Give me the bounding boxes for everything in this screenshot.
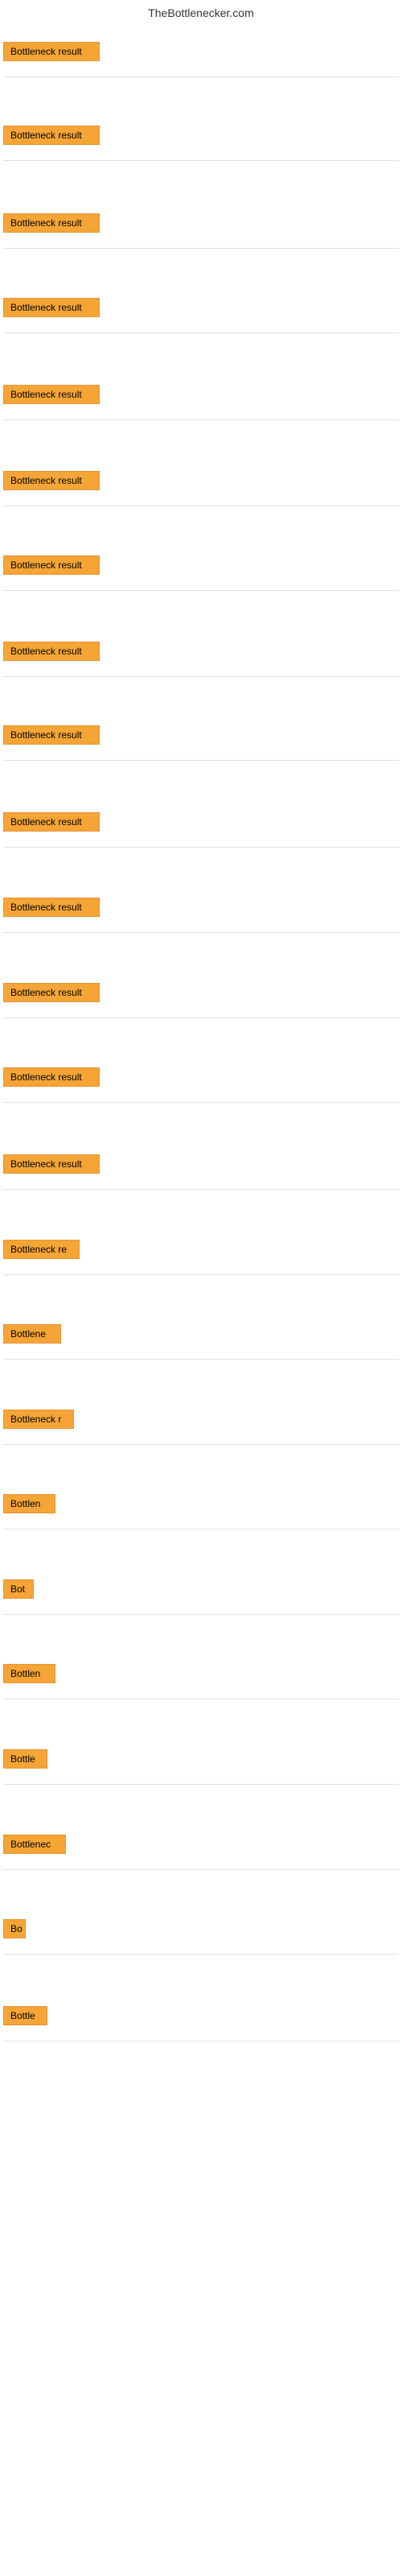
list-item: Bottleneck result (3, 210, 399, 245)
divider (3, 760, 399, 761)
list-item: Bottleneck result (3, 295, 399, 329)
bottleneck-result-badge: Bo (3, 1919, 26, 1938)
list-item: Bottle (3, 2003, 399, 2037)
bottleneck-result-badge: Bottlen (3, 1664, 55, 1683)
divider (3, 1954, 399, 1955)
list-item: Bottleneck result (3, 980, 399, 1014)
divider (3, 847, 399, 848)
list-item: Bottleneck result (3, 722, 399, 757)
list-item: Bottleneck re (3, 1236, 399, 1271)
bottleneck-result-badge: Bottleneck r (3, 1410, 74, 1429)
bottleneck-result-badge: Bottleneck result (3, 555, 100, 575)
bottleneck-result-badge: Bottleneck result (3, 1067, 100, 1087)
list-item: Bottleneck result (3, 382, 399, 416)
divider (3, 1102, 399, 1103)
bottleneck-result-badge: Bottle (3, 1749, 47, 1769)
list-item: Bottleneck result (3, 122, 399, 157)
site-title: TheBottlenecker.com (0, 0, 402, 23)
list-item: Bottleneck result (3, 1151, 399, 1186)
divider (3, 590, 399, 591)
list-item: Bottleneck result (3, 809, 399, 844)
divider (3, 419, 399, 420)
divider (3, 160, 399, 161)
list-item: Bottle (3, 1746, 399, 1781)
divider (3, 332, 399, 333)
site-title-container: TheBottlenecker.com (0, 0, 402, 23)
bottleneck-result-badge: Bottleneck result (3, 385, 100, 404)
bottleneck-result-badge: Bottlene (3, 1324, 61, 1344)
bottleneck-result-badge: Bottleneck result (3, 1154, 100, 1174)
bottleneck-result-badge: Bottleneck result (3, 983, 100, 1002)
divider (3, 1614, 399, 1615)
divider (3, 76, 399, 77)
divider (3, 1784, 399, 1785)
list-item: Bottleneck result (3, 894, 399, 929)
bottleneck-result-badge: Bottleneck result (3, 471, 100, 490)
divider (3, 676, 399, 677)
bottleneck-result-badge: Bot (3, 1579, 34, 1599)
bottleneck-result-badge: Bottlen (3, 1494, 55, 1513)
list-item: Bottleneck result (3, 39, 399, 73)
bottleneck-result-badge: Bottleneck result (3, 725, 100, 745)
divider (3, 932, 399, 933)
bottleneck-result-badge: Bottlenec (3, 1835, 66, 1854)
divider (3, 1189, 399, 1190)
divider (3, 248, 399, 249)
divider (3, 1274, 399, 1275)
bottleneck-result-badge: Bottleneck result (3, 298, 100, 317)
divider (3, 1529, 399, 1530)
bottleneck-result-badge: Bottleneck result (3, 642, 100, 661)
list-item: Bottleneck result (3, 638, 399, 673)
list-item: Bottlenec (3, 1831, 399, 1866)
list-item: Bottlene (3, 1321, 399, 1356)
divider (3, 1869, 399, 1870)
list-item: Bottleneck r (3, 1406, 399, 1441)
bottleneck-result-badge: Bottleneck result (3, 213, 100, 233)
list-item: Bottlen (3, 1661, 399, 1695)
divider (3, 1444, 399, 1445)
divider (3, 1359, 399, 1360)
list-item: Bottlen (3, 1491, 399, 1525)
bottleneck-result-badge: Bottleneck result (3, 812, 100, 832)
bottleneck-result-badge: Bottleneck result (3, 42, 100, 61)
bottleneck-result-badge: Bottle (3, 2006, 47, 2025)
list-item: Bottleneck result (3, 552, 399, 587)
list-item: Bot (3, 1576, 399, 1611)
list-item: Bottleneck result (3, 1064, 399, 1099)
bottleneck-result-badge: Bottleneck result (3, 898, 100, 917)
page-content: Bottleneck result Bottleneck result Bottle… (0, 39, 402, 2041)
list-item: Bottleneck result (3, 468, 399, 502)
bottleneck-result-badge: Bottleneck re (3, 1240, 80, 1259)
bottleneck-result-badge: Bottleneck result (3, 126, 100, 145)
list-item: Bo (3, 1916, 399, 1951)
